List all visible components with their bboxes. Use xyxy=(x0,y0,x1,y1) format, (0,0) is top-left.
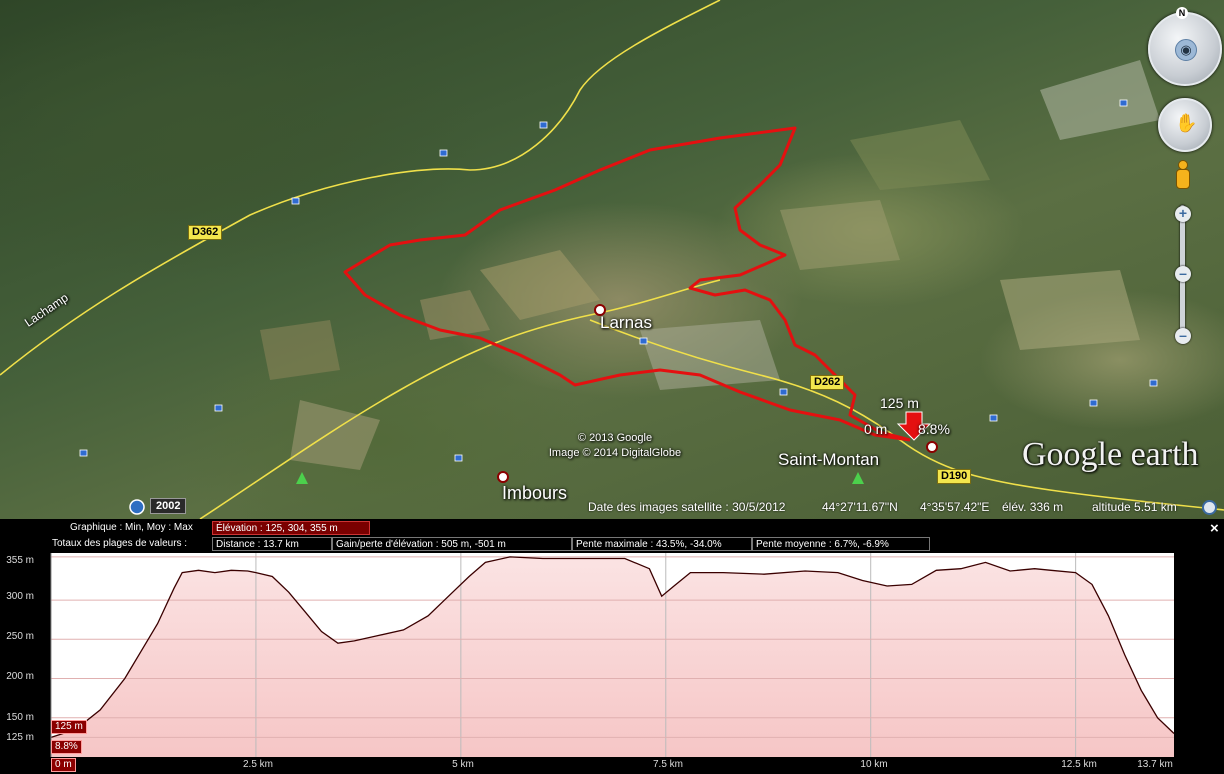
elevation-profile-panel: Graphique : Min, Moy : Max Élévation : 1… xyxy=(0,519,1224,774)
road-label-d190: D190 xyxy=(937,469,972,484)
gain-loss-stat-box[interactable]: Gain/perte d'élévation : 505 m, -501 m xyxy=(332,537,572,551)
close-panel-button[interactable]: × xyxy=(1210,520,1219,537)
historical-imagery-year[interactable]: 2002 xyxy=(150,498,187,514)
y-tick-label: 355 m xyxy=(6,555,34,566)
look-control[interactable]: ◉ xyxy=(1148,12,1222,86)
max-slope-stat-box[interactable]: Pente maximale : 43.5%, -34.0% xyxy=(572,537,752,551)
cursor-distance-tag: 0 m xyxy=(51,758,76,772)
x-tick-label: 10 km xyxy=(860,759,888,770)
history-clock-icon[interactable] xyxy=(129,499,145,515)
x-tick-label: 7.5 km xyxy=(652,759,684,770)
longitude-readout: 4°35'57.42"E xyxy=(920,500,990,514)
totals-label: Totaux des plages de valeurs : xyxy=(52,538,188,549)
road-label-d262: D262 xyxy=(810,375,845,390)
compass-north[interactable]: N xyxy=(1176,7,1188,19)
place-label-saint-montan: Saint-Montan xyxy=(778,450,880,469)
distance-stat-box[interactable]: Distance : 13.7 km xyxy=(212,537,332,551)
park-icon xyxy=(296,472,308,484)
google-earth-logo: Google earth xyxy=(1022,436,1199,473)
road-label-d362: D362 xyxy=(188,225,223,240)
cursor-elevation-tag: 125 m xyxy=(51,720,87,734)
y-tick-label: 150 m xyxy=(6,712,34,723)
elevation-readout: élév. 336 m xyxy=(1002,500,1064,514)
marker-distance: 0 m xyxy=(864,421,888,437)
x-tick-label: 13.7 km xyxy=(1137,759,1173,770)
eye-icon: ◉ xyxy=(1175,39,1197,61)
terrain-patches xyxy=(260,60,1160,470)
avg-slope-stat-box[interactable]: Pente moyenne : 6.7%, -6.9% xyxy=(752,537,930,551)
place-label-imbours: Imbours xyxy=(502,483,568,503)
streaming-indicator-icon xyxy=(1202,500,1217,515)
copyright-line1: © 2013 Google xyxy=(577,432,653,444)
imbours-pin-icon[interactable] xyxy=(497,471,509,483)
copyright-line2: Image © 2014 DigitalGlobe xyxy=(548,447,682,459)
saint-montan-pin-icon[interactable] xyxy=(926,441,938,453)
elevation-stat-box[interactable]: Élévation : 125, 304, 355 m xyxy=(212,521,370,535)
move-control[interactable]: ✋ xyxy=(1158,98,1212,152)
x-tick-label: 12.5 km xyxy=(1061,759,1097,770)
y-tick-label: 125 m xyxy=(6,732,34,743)
graph-label: Graphique : Min, Moy : Max xyxy=(70,522,193,533)
altitude-readout: altitude 5.51 km xyxy=(1092,500,1177,514)
photo-markers xyxy=(79,99,1158,462)
park-icon xyxy=(852,472,864,484)
zoom-slider-handle[interactable]: – xyxy=(1175,266,1191,282)
marker-slope: 8.8% xyxy=(918,421,950,437)
y-tick-label: 250 m xyxy=(6,631,34,642)
cursor-slope-tag: 8.8% xyxy=(51,740,82,754)
y-tick-label: 200 m xyxy=(6,671,34,682)
x-tick-label: 2.5 km xyxy=(242,759,274,770)
marker-elevation: 125 m xyxy=(880,395,919,411)
x-tick-label: 5 km xyxy=(452,759,474,770)
hand-icon: ✋ xyxy=(1175,113,1198,133)
y-tick-label: 300 m xyxy=(6,591,34,602)
zoom-in-button[interactable]: + xyxy=(1175,206,1191,222)
street-view-pegman-icon[interactable] xyxy=(1174,160,1190,190)
latitude-readout: 44°27'11.67"N xyxy=(822,500,898,514)
imagery-date: Date des images satellite : 30/5/2012 xyxy=(588,500,786,514)
gps-track[interactable] xyxy=(343,126,911,442)
place-label-larnas: Larnas xyxy=(600,313,652,332)
map-view[interactable]: Larnas Saint-Montan Imbours Lachamp D362… xyxy=(0,0,1224,519)
zoom-out-button[interactable]: – xyxy=(1175,328,1191,344)
